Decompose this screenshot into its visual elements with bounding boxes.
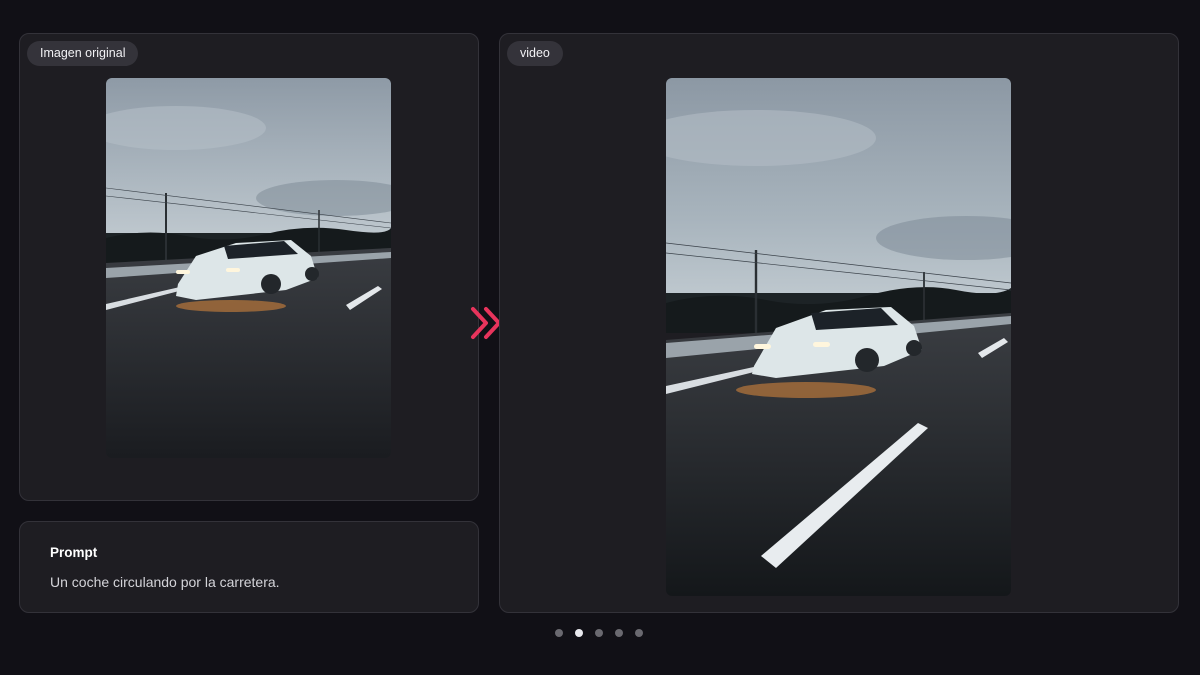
pagination-dot[interactable] xyxy=(555,629,563,637)
video-panel: video xyxy=(499,33,1179,613)
prompt-text: Un coche circulando por la carretera. xyxy=(50,574,280,590)
original-image-badge: Imagen original xyxy=(27,41,139,66)
prompt-panel: Prompt Un coche circulando por la carret… xyxy=(19,521,479,613)
original-image-panel: Imagen original xyxy=(19,33,479,501)
pagination-dot[interactable] xyxy=(575,629,583,637)
pagination-dot[interactable] xyxy=(595,629,603,637)
video-player[interactable] xyxy=(666,78,1011,596)
video-badge: video xyxy=(507,41,563,66)
carousel-pagination xyxy=(555,629,643,637)
prompt-title: Prompt xyxy=(50,545,98,560)
pagination-dot[interactable] xyxy=(635,629,643,637)
pagination-dot[interactable] xyxy=(615,629,623,637)
original-image xyxy=(106,78,391,458)
